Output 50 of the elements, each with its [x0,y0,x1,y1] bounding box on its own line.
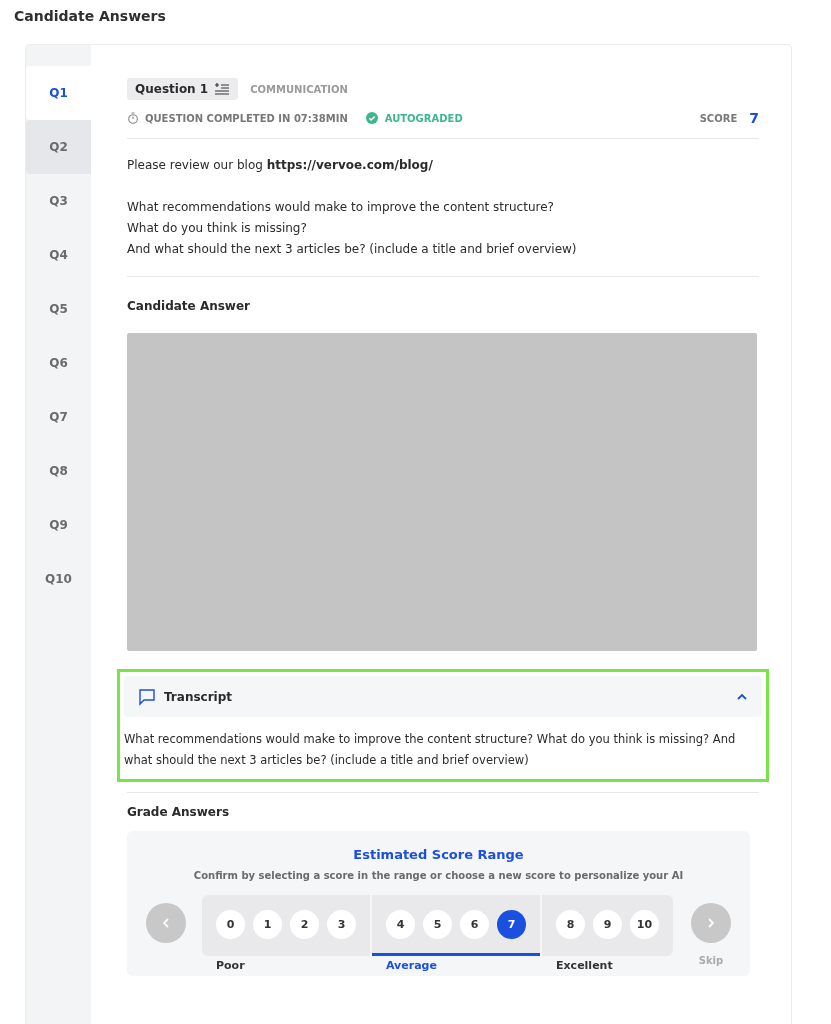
list-icon [214,83,231,95]
next-button[interactable] [691,903,731,943]
grade-heading: Grade Answers [127,805,231,819]
completion-time: QUESTION COMPLETED IN 07:38MIN [145,112,348,124]
question-tab[interactable]: Q3 [26,174,91,228]
transcript-header[interactable]: Transcript [124,676,762,717]
transcript-text: What recommendations would make to improve the content structure? What do you think is missing? And what should the next 3 articles be? (include a title and brief overview) [124,731,737,769]
question-tab[interactable]: Q5 [26,282,91,336]
question-tab[interactable]: Q1 [26,66,91,120]
score-option[interactable]: 5 [423,909,452,939]
chevron-right-icon [705,917,717,929]
score-option[interactable]: 1 [253,909,282,939]
question-text: And what should the next 3 articles be? (include a title and brief overview) [127,241,578,258]
question-tab[interactable]: Q7 [26,390,91,444]
stopwatch-icon [127,112,139,124]
chevron-left-icon [160,917,172,929]
score-value: 7 [749,110,759,126]
score-option[interactable]: 0 [216,909,245,939]
question-tab[interactable]: Q10 [26,552,91,606]
question-tab[interactable]: Q8 [26,444,91,498]
question-title: Question 1 [135,82,209,96]
score-option[interactable]: 4 [386,909,415,939]
question-tab[interactable]: Q2 [26,120,91,174]
question-tab[interactable]: Q9 [26,498,91,552]
score-label: SCORE [699,112,738,124]
group-label: Average [386,959,438,972]
score-option[interactable]: 9 [593,909,622,939]
question-text: What do you think is missing? [127,220,308,237]
previous-button[interactable] [146,903,186,943]
category-label: COMMUNICATION [250,83,348,95]
group-label: Poor [216,959,246,972]
score-option[interactable]: 8 [556,909,585,939]
score-option[interactable]: 7 [497,909,526,939]
answer-heading: Candidate Answer [127,299,251,313]
question-tab[interactable]: Q4 [26,228,91,282]
question-tab[interactable]: Q6 [26,336,91,390]
score-option[interactable]: 3 [327,909,356,939]
autograded-status: AUTOGRADED [384,112,463,124]
page-title: Candidate Answers [14,8,167,24]
score-range-hint: Confirm by selecting a score in the range or choose a new score to personalize your AI [193,870,684,881]
score-option[interactable]: 2 [290,909,319,939]
transcript-title: Transcript [164,689,233,704]
check-icon [365,112,378,124]
group-label: Excellent [556,959,614,972]
question-text: What recommendations would make to improve the content structure? [127,199,555,216]
question-text: Please review our blog https://vervoe.com/blog/ [127,157,434,174]
score-option[interactable]: 6 [460,909,489,939]
score-range-title: Estimated Score Range [353,847,524,862]
chat-bubble-icon [138,687,156,706]
score-option[interactable]: 10 [630,909,659,939]
